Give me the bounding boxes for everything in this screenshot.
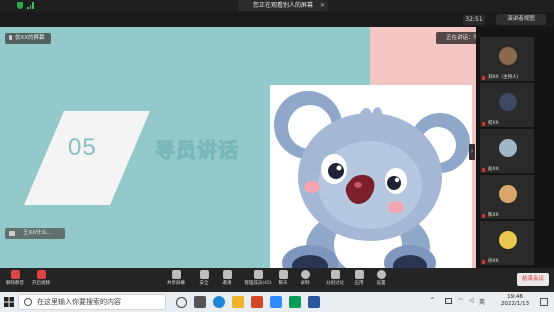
meeting-app-icon[interactable] — [270, 296, 282, 308]
local-avatar-icon — [9, 231, 15, 236]
participant-name: 刘XX（主持人） — [488, 75, 522, 80]
participant-tile[interactable]: 孙XX — [480, 221, 534, 265]
input-method-indicator[interactable]: 英 — [479, 297, 485, 306]
avatar — [499, 47, 517, 65]
start-video-button[interactable]: 开启视频 — [28, 270, 54, 286]
word-icon[interactable] — [308, 296, 320, 308]
avatar — [499, 185, 517, 203]
slide-heading: 导员讲话 — [155, 138, 239, 163]
shield-icon — [199, 270, 209, 279]
participant-tile[interactable]: 赵XX — [480, 129, 534, 173]
windows-start-icon[interactable] — [4, 297, 14, 307]
settings-label: 设置 — [376, 281, 386, 286]
avatar — [499, 93, 517, 111]
screen-owner-label: 张XX的屏幕 — [15, 35, 45, 41]
breakout-rooms-button[interactable]: 分组讨论 — [322, 270, 348, 286]
chat-icon — [278, 270, 288, 279]
taskbar-search-input[interactable]: 在这里输入你要搜索的内容 — [18, 294, 166, 310]
screen-owner-tag: 张XX的屏幕 — [5, 33, 51, 44]
signal-strength-icon[interactable] — [27, 2, 35, 9]
muted-mic-icon — [482, 214, 485, 218]
gear-icon — [376, 270, 386, 279]
participants-icon — [253, 270, 263, 279]
task-view-icon[interactable] — [194, 296, 206, 308]
search-icon — [24, 298, 32, 306]
security-shield-icon[interactable] — [17, 2, 23, 9]
start-video-label: 开启视频 — [32, 281, 50, 286]
participant-tile[interactable]: 何XX — [480, 83, 534, 127]
camera-icon — [36, 270, 46, 279]
koala-icon — [274, 91, 470, 268]
view-switch-button[interactable]: 演讲者视图 — [496, 14, 546, 25]
search-placeholder: 在这里输入你要搜索的内容 — [37, 298, 121, 306]
record-icon — [300, 270, 310, 279]
muted-mic-icon — [482, 76, 485, 80]
muted-mic-icon — [482, 260, 485, 264]
view-switch-label: 演讲者视图 — [507, 16, 535, 22]
local-video-tag: 王XX什么... — [5, 228, 65, 239]
volume-icon[interactable]: ◁ — [469, 297, 474, 304]
collapse-sidebar-button[interactable]: › — [469, 144, 475, 160]
network-icon[interactable]: ◠ — [458, 297, 463, 304]
share-screen-button[interactable]: 共享屏幕 — [163, 270, 189, 286]
local-name-label: 王XX什么... — [23, 230, 53, 236]
settings-button[interactable]: 设置 — [368, 270, 394, 286]
record-button[interactable]: 录制 — [292, 270, 318, 286]
meeting-timer: 32:51 — [463, 15, 485, 25]
edge-browser-icon[interactable] — [213, 296, 225, 308]
apps-icon — [354, 270, 364, 279]
record-label: 录制 — [300, 281, 310, 286]
breakout-icon — [330, 270, 340, 279]
file-explorer-icon[interactable] — [232, 296, 244, 308]
close-icon[interactable]: ✕ — [320, 0, 325, 11]
participant-tile[interactable]: 陈XX — [480, 175, 534, 219]
unmute-button[interactable]: 解除静音 — [2, 270, 28, 286]
invite-icon — [222, 270, 232, 279]
top-bar: 您正在观看别人的屏幕 ✕ — [0, 0, 554, 12]
participant-name: 赵XX — [488, 167, 499, 172]
microphone-icon — [10, 270, 20, 279]
end-meeting-button[interactable]: 结束会议 — [517, 273, 549, 286]
notification-icon[interactable] — [540, 298, 548, 306]
invite-button[interactable]: 邀请 — [214, 270, 240, 286]
share-screen-label: 共享屏幕 — [167, 281, 185, 286]
muted-mic-icon — [482, 122, 485, 126]
cortana-icon[interactable] — [176, 297, 187, 308]
tray-up-arrow-icon[interactable]: ^ — [430, 297, 435, 304]
invite-label: 邀请 — [222, 281, 232, 286]
microphone-icon — [9, 35, 12, 40]
system-clock[interactable]: 19:46 2022/1/13 — [490, 294, 540, 308]
participant-name: 何XX — [488, 121, 499, 126]
avatar — [499, 139, 517, 157]
avatar — [499, 231, 517, 249]
breakout-rooms-label: 分组讨论 — [326, 281, 344, 286]
screen-share-banner: 您正在观看别人的屏幕 ✕ — [238, 0, 328, 11]
meeting-toolbar: 解除静音 开启视频 共享屏幕 安全 邀请 管理成员(45) 聊天 录制 分组讨论… — [0, 268, 554, 292]
battery-icon[interactable] — [445, 298, 452, 304]
share-screen-icon — [171, 270, 181, 279]
participant-name: 孙XX — [488, 259, 499, 264]
unmute-label: 解除静音 — [6, 281, 24, 286]
windows-taskbar: 在这里输入你要搜索的内容 ^ ◠ ◁ 英 19:46 2022/1/13 — [0, 292, 554, 312]
slide-number: 05 — [68, 134, 97, 161]
koala-illustration — [270, 85, 472, 268]
participant-sidebar: 刘XX（主持人） 何XX 赵XX 陈XX 孙XX — [476, 27, 554, 268]
clock-time: 19:46 — [507, 294, 523, 300]
banner-text: 您正在观看别人的屏幕 — [252, 2, 313, 9]
participant-tile[interactable]: 刘XX（主持人） — [480, 37, 534, 81]
wechat-icon[interactable] — [289, 296, 301, 308]
powerpoint-icon[interactable] — [251, 296, 263, 308]
clock-date: 2022/1/13 — [500, 301, 530, 307]
muted-mic-icon — [482, 168, 485, 172]
participant-name: 陈XX — [488, 213, 499, 218]
